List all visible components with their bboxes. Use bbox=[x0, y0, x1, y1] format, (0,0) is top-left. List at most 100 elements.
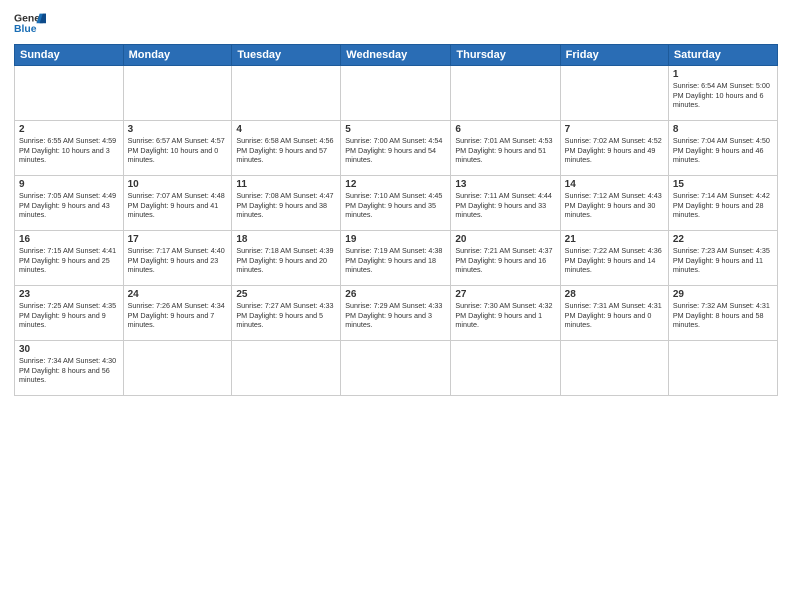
calendar-cell: 28Sunrise: 7:31 AM Sunset: 4:31 PM Dayli… bbox=[560, 286, 668, 341]
calendar-cell: 6Sunrise: 7:01 AM Sunset: 4:53 PM Daylig… bbox=[451, 121, 560, 176]
day-info: Sunrise: 7:27 AM Sunset: 4:33 PM Dayligh… bbox=[236, 301, 336, 330]
week-row-4: 16Sunrise: 7:15 AM Sunset: 4:41 PM Dayli… bbox=[15, 231, 778, 286]
day-info: Sunrise: 7:26 AM Sunset: 4:34 PM Dayligh… bbox=[128, 301, 228, 330]
day-number: 10 bbox=[128, 179, 228, 190]
calendar-cell bbox=[451, 341, 560, 396]
header: General Blue bbox=[14, 10, 778, 38]
day-number: 16 bbox=[19, 234, 119, 245]
day-info: Sunrise: 6:57 AM Sunset: 4:57 PM Dayligh… bbox=[128, 136, 228, 165]
calendar-cell: 3Sunrise: 6:57 AM Sunset: 4:57 PM Daylig… bbox=[123, 121, 232, 176]
day-number: 18 bbox=[236, 234, 336, 245]
day-info: Sunrise: 7:31 AM Sunset: 4:31 PM Dayligh… bbox=[565, 301, 664, 330]
day-number: 12 bbox=[345, 179, 446, 190]
weekday-header-wednesday: Wednesday bbox=[341, 45, 451, 66]
svg-text:Blue: Blue bbox=[14, 24, 37, 35]
calendar-cell bbox=[123, 341, 232, 396]
day-info: Sunrise: 7:04 AM Sunset: 4:50 PM Dayligh… bbox=[673, 136, 773, 165]
day-info: Sunrise: 7:25 AM Sunset: 4:35 PM Dayligh… bbox=[19, 301, 119, 330]
day-info: Sunrise: 7:21 AM Sunset: 4:37 PM Dayligh… bbox=[455, 246, 555, 275]
day-info: Sunrise: 7:05 AM Sunset: 4:49 PM Dayligh… bbox=[19, 191, 119, 220]
day-number: 1 bbox=[673, 69, 773, 80]
calendar-cell: 29Sunrise: 7:32 AM Sunset: 4:31 PM Dayli… bbox=[668, 286, 777, 341]
day-number: 20 bbox=[455, 234, 555, 245]
day-number: 15 bbox=[673, 179, 773, 190]
logo: General Blue bbox=[14, 10, 46, 38]
calendar-cell: 20Sunrise: 7:21 AM Sunset: 4:37 PM Dayli… bbox=[451, 231, 560, 286]
calendar-cell: 19Sunrise: 7:19 AM Sunset: 4:38 PM Dayli… bbox=[341, 231, 451, 286]
day-number: 27 bbox=[455, 289, 555, 300]
calendar-cell bbox=[341, 66, 451, 121]
day-number: 7 bbox=[565, 124, 664, 135]
calendar: SundayMondayTuesdayWednesdayThursdayFrid… bbox=[14, 44, 778, 396]
day-number: 23 bbox=[19, 289, 119, 300]
day-info: Sunrise: 7:30 AM Sunset: 4:32 PM Dayligh… bbox=[455, 301, 555, 330]
day-info: Sunrise: 7:22 AM Sunset: 4:36 PM Dayligh… bbox=[565, 246, 664, 275]
calendar-cell: 21Sunrise: 7:22 AM Sunset: 4:36 PM Dayli… bbox=[560, 231, 668, 286]
week-row-5: 23Sunrise: 7:25 AM Sunset: 4:35 PM Dayli… bbox=[15, 286, 778, 341]
weekday-header-thursday: Thursday bbox=[451, 45, 560, 66]
week-row-1: 1Sunrise: 6:54 AM Sunset: 5:00 PM Daylig… bbox=[15, 66, 778, 121]
weekday-header-row: SundayMondayTuesdayWednesdayThursdayFrid… bbox=[15, 45, 778, 66]
day-info: Sunrise: 7:15 AM Sunset: 4:41 PM Dayligh… bbox=[19, 246, 119, 275]
day-number: 11 bbox=[236, 179, 336, 190]
calendar-cell: 11Sunrise: 7:08 AM Sunset: 4:47 PM Dayli… bbox=[232, 176, 341, 231]
day-info: Sunrise: 7:18 AM Sunset: 4:39 PM Dayligh… bbox=[236, 246, 336, 275]
day-info: Sunrise: 7:12 AM Sunset: 4:43 PM Dayligh… bbox=[565, 191, 664, 220]
day-number: 30 bbox=[19, 344, 119, 355]
calendar-cell: 27Sunrise: 7:30 AM Sunset: 4:32 PM Dayli… bbox=[451, 286, 560, 341]
day-info: Sunrise: 7:19 AM Sunset: 4:38 PM Dayligh… bbox=[345, 246, 446, 275]
weekday-header-monday: Monday bbox=[123, 45, 232, 66]
calendar-cell: 8Sunrise: 7:04 AM Sunset: 4:50 PM Daylig… bbox=[668, 121, 777, 176]
page: General Blue SundayMondayTuesdayWednesda… bbox=[0, 0, 792, 612]
logo-icon: General Blue bbox=[14, 10, 46, 38]
day-number: 5 bbox=[345, 124, 446, 135]
calendar-cell bbox=[560, 341, 668, 396]
day-number: 4 bbox=[236, 124, 336, 135]
calendar-cell: 2Sunrise: 6:55 AM Sunset: 4:59 PM Daylig… bbox=[15, 121, 124, 176]
weekday-header-tuesday: Tuesday bbox=[232, 45, 341, 66]
day-info: Sunrise: 7:01 AM Sunset: 4:53 PM Dayligh… bbox=[455, 136, 555, 165]
week-row-6: 30Sunrise: 7:34 AM Sunset: 4:30 PM Dayli… bbox=[15, 341, 778, 396]
day-number: 8 bbox=[673, 124, 773, 135]
calendar-cell: 4Sunrise: 6:58 AM Sunset: 4:56 PM Daylig… bbox=[232, 121, 341, 176]
day-number: 3 bbox=[128, 124, 228, 135]
day-info: Sunrise: 6:58 AM Sunset: 4:56 PM Dayligh… bbox=[236, 136, 336, 165]
calendar-cell: 5Sunrise: 7:00 AM Sunset: 4:54 PM Daylig… bbox=[341, 121, 451, 176]
calendar-cell bbox=[560, 66, 668, 121]
day-info: Sunrise: 6:54 AM Sunset: 5:00 PM Dayligh… bbox=[673, 81, 773, 110]
calendar-cell: 22Sunrise: 7:23 AM Sunset: 4:35 PM Dayli… bbox=[668, 231, 777, 286]
calendar-cell bbox=[232, 66, 341, 121]
calendar-cell: 18Sunrise: 7:18 AM Sunset: 4:39 PM Dayli… bbox=[232, 231, 341, 286]
week-row-2: 2Sunrise: 6:55 AM Sunset: 4:59 PM Daylig… bbox=[15, 121, 778, 176]
weekday-header-saturday: Saturday bbox=[668, 45, 777, 66]
calendar-cell: 30Sunrise: 7:34 AM Sunset: 4:30 PM Dayli… bbox=[15, 341, 124, 396]
weekday-header-sunday: Sunday bbox=[15, 45, 124, 66]
calendar-cell bbox=[451, 66, 560, 121]
day-info: Sunrise: 7:32 AM Sunset: 4:31 PM Dayligh… bbox=[673, 301, 773, 330]
calendar-cell: 15Sunrise: 7:14 AM Sunset: 4:42 PM Dayli… bbox=[668, 176, 777, 231]
calendar-cell bbox=[123, 66, 232, 121]
calendar-cell: 17Sunrise: 7:17 AM Sunset: 4:40 PM Dayli… bbox=[123, 231, 232, 286]
calendar-cell: 26Sunrise: 7:29 AM Sunset: 4:33 PM Dayli… bbox=[341, 286, 451, 341]
day-number: 9 bbox=[19, 179, 119, 190]
day-info: Sunrise: 7:08 AM Sunset: 4:47 PM Dayligh… bbox=[236, 191, 336, 220]
day-number: 14 bbox=[565, 179, 664, 190]
day-info: Sunrise: 7:07 AM Sunset: 4:48 PM Dayligh… bbox=[128, 191, 228, 220]
day-info: Sunrise: 7:02 AM Sunset: 4:52 PM Dayligh… bbox=[565, 136, 664, 165]
calendar-cell: 13Sunrise: 7:11 AM Sunset: 4:44 PM Dayli… bbox=[451, 176, 560, 231]
day-info: Sunrise: 7:11 AM Sunset: 4:44 PM Dayligh… bbox=[455, 191, 555, 220]
calendar-cell: 25Sunrise: 7:27 AM Sunset: 4:33 PM Dayli… bbox=[232, 286, 341, 341]
calendar-cell: 23Sunrise: 7:25 AM Sunset: 4:35 PM Dayli… bbox=[15, 286, 124, 341]
calendar-cell: 24Sunrise: 7:26 AM Sunset: 4:34 PM Dayli… bbox=[123, 286, 232, 341]
calendar-cell: 14Sunrise: 7:12 AM Sunset: 4:43 PM Dayli… bbox=[560, 176, 668, 231]
day-info: Sunrise: 7:29 AM Sunset: 4:33 PM Dayligh… bbox=[345, 301, 446, 330]
calendar-cell: 10Sunrise: 7:07 AM Sunset: 4:48 PM Dayli… bbox=[123, 176, 232, 231]
day-number: 25 bbox=[236, 289, 336, 300]
day-number: 19 bbox=[345, 234, 446, 245]
calendar-cell: 12Sunrise: 7:10 AM Sunset: 4:45 PM Dayli… bbox=[341, 176, 451, 231]
calendar-cell bbox=[668, 341, 777, 396]
day-info: Sunrise: 7:10 AM Sunset: 4:45 PM Dayligh… bbox=[345, 191, 446, 220]
day-number: 22 bbox=[673, 234, 773, 245]
day-number: 28 bbox=[565, 289, 664, 300]
day-info: Sunrise: 7:34 AM Sunset: 4:30 PM Dayligh… bbox=[19, 356, 119, 385]
